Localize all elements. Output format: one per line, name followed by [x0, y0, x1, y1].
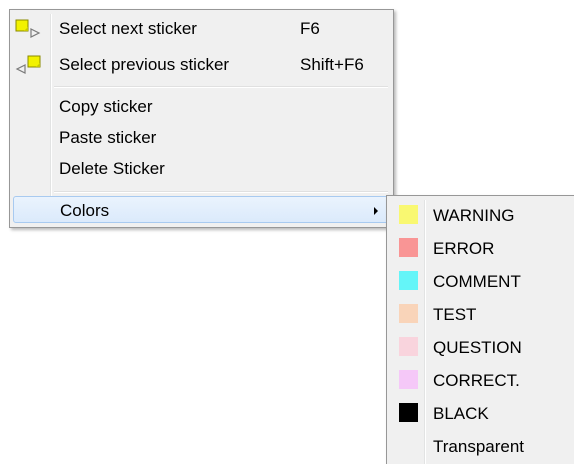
menu-item-label: Delete Sticker	[59, 159, 165, 178]
menu-separator	[54, 191, 388, 193]
color-item-warning[interactable]: WARNING	[390, 199, 572, 232]
color-swatch-icon	[399, 205, 418, 224]
color-item-label: ERROR	[433, 239, 495, 258]
color-swatch-icon	[399, 370, 418, 389]
menu-item-shortcut: F6	[300, 19, 320, 38]
color-swatch-icon	[399, 403, 418, 422]
menu-item-delete-sticker[interactable]: Delete Sticker	[13, 154, 390, 184]
color-item-label: BLACK	[433, 404, 489, 423]
color-swatch-icon	[399, 304, 418, 323]
color-swatch-icon	[399, 337, 418, 356]
color-item-comment[interactable]: COMMENT	[390, 265, 572, 298]
color-item-correct[interactable]: CORRECT.	[390, 364, 572, 397]
color-swatch-icon	[399, 436, 418, 455]
menu-item-paste-sticker[interactable]: Paste sticker	[13, 123, 390, 153]
menu-item-label: Colors	[60, 201, 110, 220]
menu-item-shortcut: Shift+F6	[300, 55, 364, 74]
menu-item-label: Copy sticker	[59, 97, 153, 116]
color-swatch-icon	[399, 238, 418, 257]
menu-item-select-next-sticker[interactable]: Select next sticker F6	[13, 14, 390, 44]
color-item-question[interactable]: QUESTION	[390, 331, 572, 364]
menu-item-label: Paste sticker	[59, 128, 157, 147]
color-item-label: COMMENT	[433, 272, 521, 291]
sticker-next-icon	[15, 17, 41, 41]
sticker-previous-icon	[15, 53, 41, 77]
color-item-transparent[interactable]: Transparent	[390, 430, 572, 463]
color-item-label: Transparent	[433, 437, 525, 456]
color-item-label: QUESTION	[433, 338, 522, 357]
menu-item-colors[interactable]: Colors	[13, 196, 390, 223]
color-item-label: CORRECT.	[433, 371, 520, 390]
color-swatch-icon	[399, 271, 418, 290]
menu-item-label: Select next sticker	[59, 19, 197, 38]
color-item-label: TEST	[433, 305, 477, 324]
color-item-black[interactable]: BLACK	[390, 397, 572, 430]
colors-submenu: WARNING ERROR COMMENT TEST QUESTION CORR…	[386, 195, 574, 464]
menu-item-label: Select previous sticker	[59, 55, 230, 74]
color-item-error[interactable]: ERROR	[390, 232, 572, 265]
menu-item-copy-sticker[interactable]: Copy sticker	[13, 92, 390, 122]
sticker-context-menu: Select next sticker F6 Select previous s…	[9, 9, 394, 228]
menu-separator	[54, 86, 388, 88]
submenu-arrow-icon	[374, 207, 378, 215]
color-item-label: WARNING	[433, 206, 515, 225]
menu-item-select-previous-sticker[interactable]: Select previous sticker Shift+F6	[13, 50, 390, 80]
color-item-test[interactable]: TEST	[390, 298, 572, 331]
